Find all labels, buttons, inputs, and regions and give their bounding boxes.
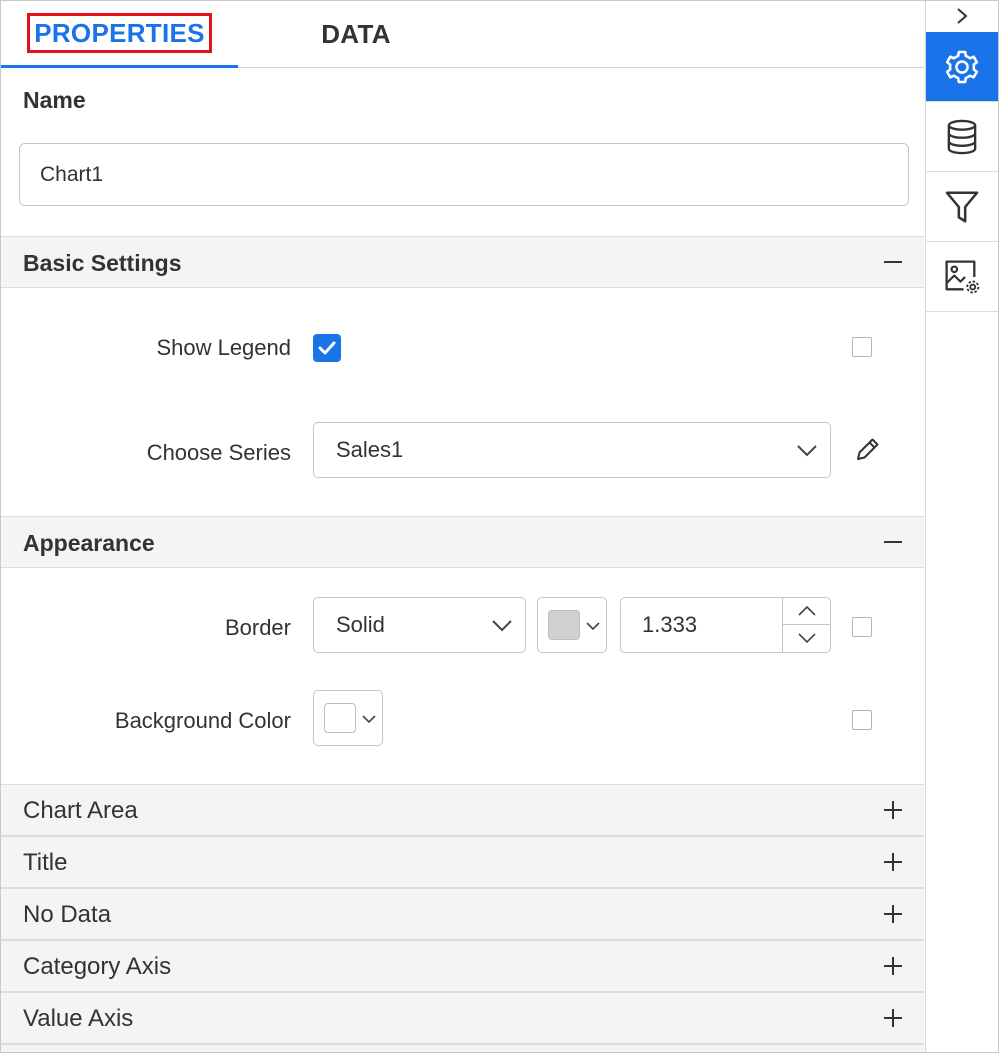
rail-image-settings-button[interactable] xyxy=(926,242,998,312)
expand-plus-icon[interactable] xyxy=(880,1005,906,1031)
choose-series-value: Sales1 xyxy=(336,437,404,462)
value-axis-header[interactable]: Value Axis xyxy=(1,992,924,1044)
no-data-title: No Data xyxy=(23,901,112,928)
basic-settings-header[interactable]: Basic Settings xyxy=(1,236,924,288)
border-color-swatch xyxy=(548,610,580,640)
chart-area-title: Chart Area xyxy=(23,797,138,824)
show-legend-label: Show Legend xyxy=(156,335,291,360)
category-axis-title: Category Axis xyxy=(23,953,172,980)
rail-properties-button[interactable] xyxy=(926,32,998,102)
database-icon xyxy=(947,119,977,154)
show-legend-checkbox[interactable] xyxy=(313,334,341,362)
gear-icon xyxy=(945,50,979,83)
value-axis-title: Value Axis xyxy=(23,1005,134,1032)
show-legend-override-checkbox[interactable] xyxy=(852,337,872,357)
properties-panel: PROPERTIES DATA Name Basic Settings Show… xyxy=(1,1,924,1052)
background-color-label: Background Color xyxy=(114,708,291,733)
border-style-value: Solid xyxy=(336,612,385,637)
no-data-header[interactable]: No Data xyxy=(1,888,924,940)
expand-plus-icon[interactable] xyxy=(880,797,906,823)
expand-plus-icon[interactable] xyxy=(880,849,906,875)
border-label: Border xyxy=(224,615,291,640)
title-section-title: Title xyxy=(23,849,68,876)
background-color-override-checkbox[interactable] xyxy=(852,710,872,730)
chevron-down-icon xyxy=(797,445,817,457)
chart-area-header[interactable]: Chart Area xyxy=(1,784,924,836)
collapse-minus-icon[interactable] xyxy=(880,249,906,275)
tab-properties-label: PROPERTIES xyxy=(27,13,212,53)
border-width-input[interactable] xyxy=(621,598,781,652)
checkmark-icon xyxy=(318,341,336,355)
expand-plus-icon[interactable] xyxy=(880,901,906,927)
collapse-panel-button[interactable] xyxy=(926,1,998,31)
chevron-down-icon xyxy=(492,620,512,632)
chevron-down-icon xyxy=(362,715,376,724)
collapse-minus-icon[interactable] xyxy=(880,529,906,555)
spin-up-button[interactable] xyxy=(782,598,830,625)
appearance-title: Appearance xyxy=(23,530,155,556)
expand-plus-icon[interactable] xyxy=(880,953,906,979)
chevron-down-icon xyxy=(586,622,600,631)
filter-icon xyxy=(945,190,979,223)
chevron-up-icon xyxy=(798,605,816,616)
tab-bar: PROPERTIES DATA xyxy=(1,1,924,68)
choose-series-dropdown[interactable]: Sales1 xyxy=(313,422,831,478)
chevron-down-icon xyxy=(798,633,816,644)
title-section-header[interactable]: Title xyxy=(1,836,924,888)
background-color-swatch xyxy=(324,703,356,733)
spin-down-button[interactable] xyxy=(782,625,830,652)
background-color-picker[interactable] xyxy=(313,690,383,746)
border-override-checkbox[interactable] xyxy=(852,617,872,637)
border-style-dropdown[interactable]: Solid xyxy=(313,597,526,653)
category-axis-header[interactable]: Category Axis xyxy=(1,940,924,992)
image-settings-icon xyxy=(945,259,980,293)
border-width-numeric xyxy=(620,597,831,653)
tab-data-label: DATA xyxy=(321,19,391,49)
next-section-header-partial xyxy=(1,1044,924,1052)
chevron-right-icon xyxy=(957,8,968,24)
border-color-picker[interactable] xyxy=(537,597,607,653)
basic-settings-title: Basic Settings xyxy=(23,250,182,276)
rail-filter-button[interactable] xyxy=(926,172,998,242)
choose-series-label: Choose Series xyxy=(146,440,291,465)
name-input[interactable] xyxy=(19,143,909,206)
tab-properties[interactable]: PROPERTIES xyxy=(1,1,238,68)
right-icon-rail xyxy=(925,1,998,1052)
tab-data[interactable]: DATA xyxy=(261,1,451,68)
appearance-header[interactable]: Appearance xyxy=(1,516,924,568)
edit-pencil-icon[interactable] xyxy=(853,434,883,464)
rail-data-button[interactable] xyxy=(926,102,998,172)
name-label: Name xyxy=(23,87,86,113)
